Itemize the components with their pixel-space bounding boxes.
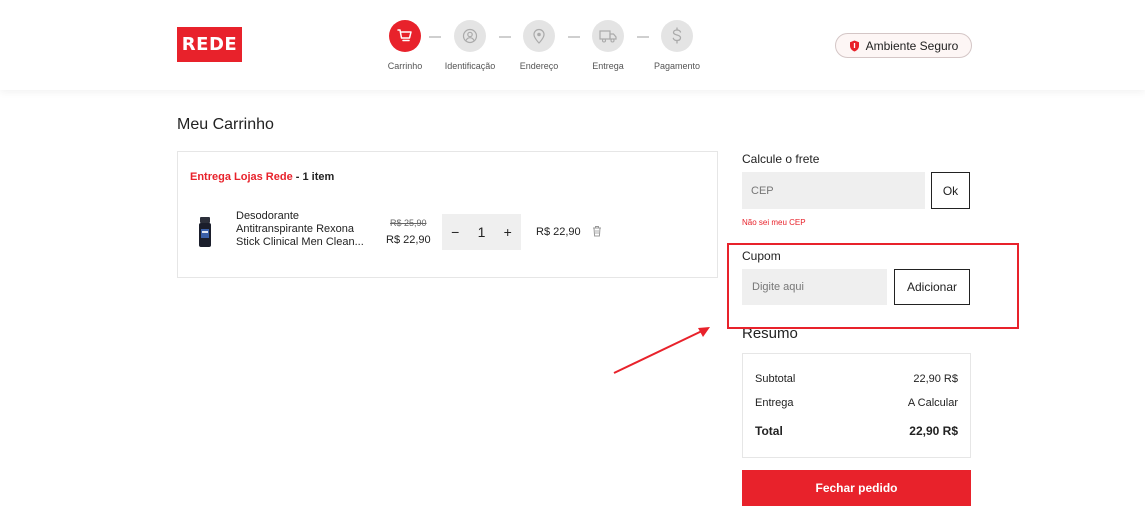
cep-input[interactable] <box>742 172 925 209</box>
truck-icon <box>592 20 624 52</box>
delivery-count: - 1 item <box>292 171 335 183</box>
unknown-cep-link[interactable]: Não sei meu CEP <box>742 218 806 227</box>
subtotal-label: Subtotal <box>755 373 796 385</box>
subtotal-value: 22,90 R$ <box>913 373 958 385</box>
step-label: Endereço <box>519 61 559 71</box>
quantity-stepper: − 1 + <box>442 214 521 250</box>
delivery-row: Entrega A Calcular <box>755 397 958 409</box>
checkout-steps: Carrinho Identificação Endereço Entrega <box>375 20 715 80</box>
step-entrega[interactable]: Entrega <box>578 20 638 71</box>
step-carrinho[interactable]: Carrinho <box>375 20 435 71</box>
step-label: Entrega <box>592 61 624 71</box>
location-pin-icon <box>523 20 555 52</box>
page-title: Meu Carrinho <box>177 116 274 133</box>
secure-environment-badge: Ambiente Seguro <box>835 33 972 58</box>
step-pagamento[interactable]: Pagamento <box>647 20 707 71</box>
product-image[interactable] <box>198 217 212 247</box>
step-endereco[interactable]: Endereço <box>509 20 569 71</box>
delivery-title: Entrega Lojas Rede - 1 item <box>190 171 334 183</box>
price-old: R$ 25,90 <box>390 218 427 228</box>
price-new: R$ 22,90 <box>386 234 431 246</box>
rede-logo[interactable]: REDE <box>177 27 242 62</box>
shield-icon <box>849 40 859 51</box>
dollar-icon <box>661 20 693 52</box>
cart-box: Entrega Lojas Rede - 1 item Desodorante … <box>177 151 718 278</box>
summary-title: Resumo <box>742 325 798 342</box>
total-label: Total <box>755 424 783 438</box>
delivery-store: Entrega Lojas Rede <box>190 171 293 183</box>
line-total: R$ 22,90 <box>536 226 581 238</box>
step-label: Identificação <box>444 61 496 71</box>
secure-label: Ambiente Seguro <box>865 38 959 53</box>
delivery-value: A Calcular <box>907 397 958 409</box>
add-coupon-button[interactable]: Adicionar <box>894 269 970 305</box>
user-icon <box>454 20 486 52</box>
step-label: Pagamento <box>653 61 701 71</box>
step-identificacao[interactable]: Identificação <box>440 20 500 71</box>
delivery-label: Entrega <box>755 397 794 409</box>
decrease-button[interactable]: − <box>451 224 459 240</box>
header: REDE Carrinho Identificação Endereço Ent… <box>0 0 1145 90</box>
checkout-button[interactable]: Fechar pedido <box>742 470 971 506</box>
summary-box: Subtotal 22,90 R$ Entrega A Calcular Tot… <box>742 353 971 458</box>
trash-icon[interactable] <box>592 225 602 237</box>
total-row: Total 22,90 R$ <box>755 424 958 438</box>
quantity-value: 1 <box>477 224 486 240</box>
cart-icon <box>389 20 421 52</box>
subtotal-row: Subtotal 22,90 R$ <box>755 373 958 385</box>
coupon-title: Cupom <box>742 249 781 263</box>
ok-button[interactable]: Ok <box>931 172 970 209</box>
coupon-input[interactable] <box>742 269 887 305</box>
step-label: Carrinho <box>387 61 423 71</box>
shipping-title: Calcule o frete <box>742 152 820 166</box>
increase-button[interactable]: + <box>504 224 512 240</box>
product-name[interactable]: Desodorante Antitranspirante Rexona Stic… <box>236 210 366 249</box>
annotation-arrow <box>613 327 710 374</box>
total-value: 22,90 R$ <box>909 424 958 438</box>
